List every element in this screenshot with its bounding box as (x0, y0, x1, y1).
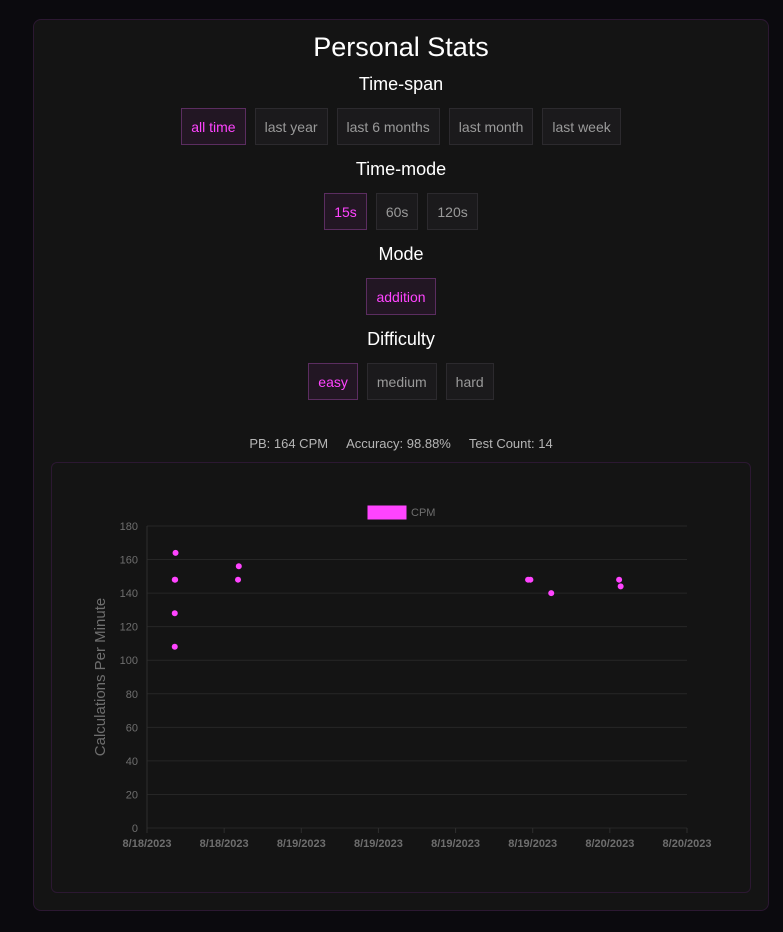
x-tick-label: 8/18/2023 (123, 838, 172, 850)
cpm-data-point (235, 563, 242, 570)
cpm-scatter-chart: CPM 0 20 40 60 80 100 120 140 160 180 8/18/2023 8/18… (92, 505, 712, 850)
y-tick-label: 0 (132, 823, 138, 835)
timespan-label: Time-span (358, 74, 444, 94)
y-axis-title: Calculations Per Minute (92, 598, 109, 756)
cpm-data-point (617, 583, 624, 590)
y-tick-label: 60 (126, 722, 138, 734)
timespan-last-6-months-button[interactable]: last 6 months (336, 108, 440, 145)
y-tick-label: 180 (120, 521, 138, 533)
mode-addition-button[interactable]: addition (366, 278, 436, 315)
cpm-data-point (172, 549, 179, 556)
difficulty-label: Difficulty (367, 329, 435, 349)
mode-options: addition (34, 278, 768, 315)
x-tick-label: 8/18/2023 (200, 838, 249, 850)
timemode-label: Time-mode (355, 159, 447, 179)
y-tick-label: 20 (126, 789, 138, 801)
cpm-data-point (171, 610, 178, 617)
timemode-options: 15s 60s 120s (34, 193, 768, 230)
cpm-data-point (616, 576, 623, 583)
timespan-all-time-button[interactable]: all time (181, 108, 246, 145)
test-count-stat: Test Count: 14 (468, 436, 553, 451)
accuracy-stat: Accuracy: 98.88% (346, 436, 451, 451)
cpm-data-point (548, 590, 555, 597)
difficulty-hard-button[interactable]: hard (445, 363, 494, 400)
stats-summary: PB: 164 CPM Accuracy: 98.88% Test Count:… (34, 436, 768, 451)
page-title: Personal Stats (313, 32, 489, 62)
y-tick-label: 140 (120, 588, 138, 600)
cpm-data-point (527, 576, 534, 583)
y-tick-label: 120 (120, 622, 138, 634)
legend-swatch-cpm (367, 505, 407, 520)
cpm-chart-container: CPM 0 20 40 60 80 100 120 140 160 180 8/18/2023 8/18… (51, 462, 751, 893)
x-tick-label: 8/20/2023 (663, 838, 712, 850)
x-tick-label: 8/19/2023 (277, 838, 326, 850)
difficulty-options: easy medium hard (34, 363, 768, 400)
cpm-data-point (172, 576, 179, 583)
personal-stats-panel: Personal Stats Time-span all time last y… (33, 19, 769, 911)
timespan-last-month-button[interactable]: last month (448, 108, 534, 145)
timemode-15s-button[interactable]: 15s (324, 193, 367, 230)
y-tick-label: 160 (120, 555, 138, 567)
difficulty-medium-button[interactable]: medium (366, 363, 437, 400)
timespan-last-year-button[interactable]: last year (254, 108, 328, 145)
y-tick-label: 40 (126, 756, 138, 768)
pb-stat: PB: 164 CPM (249, 436, 329, 451)
x-tick-label: 8/19/2023 (431, 838, 480, 850)
x-tick-label: 8/19/2023 (508, 838, 557, 850)
cpm-data-point (235, 576, 242, 583)
mode-label: Mode (378, 244, 424, 264)
timemode-60s-button[interactable]: 60s (375, 193, 419, 230)
timemode-120s-button[interactable]: 120s (427, 193, 478, 230)
x-tick-label: 8/20/2023 (585, 838, 634, 850)
legend-label-cpm: CPM (411, 507, 435, 519)
x-tick-label: 8/19/2023 (354, 838, 403, 850)
timespan-options: all time last year last 6 months last mo… (34, 108, 768, 145)
cpm-data-point (171, 643, 178, 650)
y-tick-label: 100 (120, 655, 138, 667)
y-tick-label: 80 (126, 689, 138, 701)
timespan-last-week-button[interactable]: last week (542, 108, 621, 145)
difficulty-easy-button[interactable]: easy (308, 363, 358, 400)
